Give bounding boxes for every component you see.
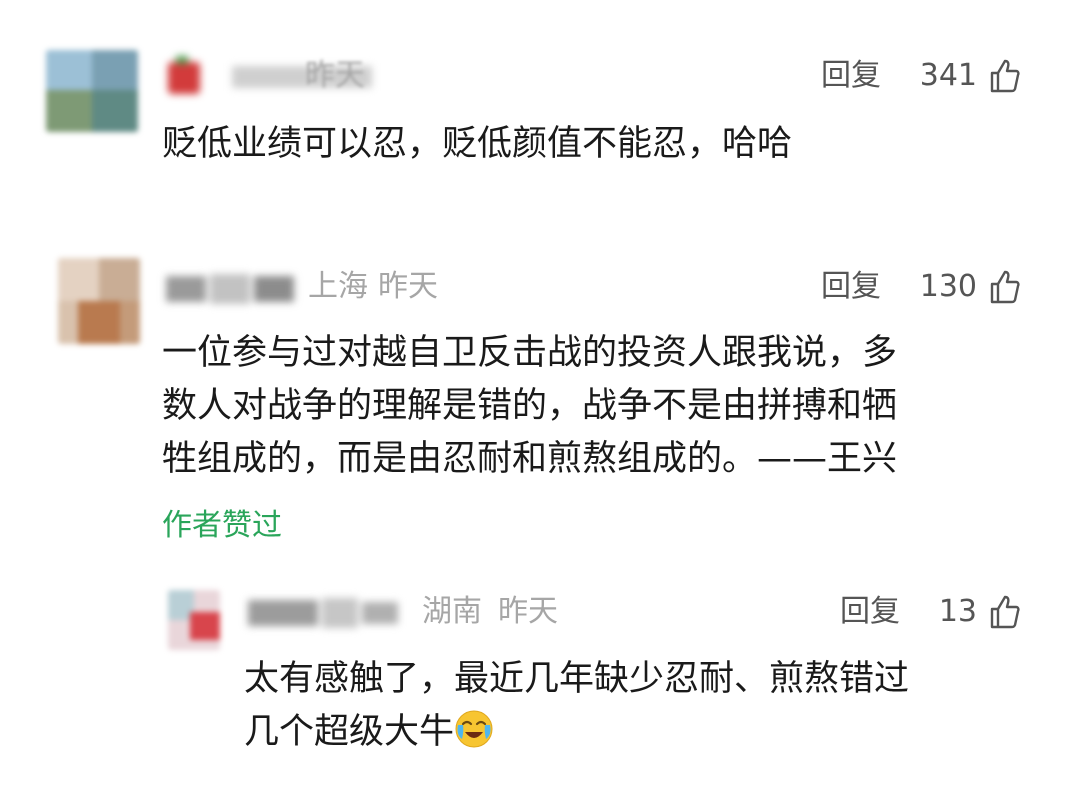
comment-text-line: 一位参与过对越自卫反击战的投资人跟我说，多 <box>162 333 898 373</box>
comment-location: 上海 <box>308 269 368 304</box>
comment-text: 几个超级大牛 <box>244 712 455 752</box>
comment-text-line: 数人对战争的理解是错的，战争不是由拼搏和牺 <box>162 386 898 426</box>
reply-button[interactable]: 回复 <box>821 58 881 94</box>
comment-time: 昨天 <box>305 58 365 93</box>
crying-face-emoji-icon <box>455 710 493 748</box>
comment-text-line: 贬低业绩可以忍，贬低颜值不能忍，哈哈 <box>162 124 793 164</box>
thumbs-up-icon[interactable] <box>989 594 1021 630</box>
comment-location: 湖南 <box>422 594 482 629</box>
reply-button[interactable]: 回复 <box>840 594 900 630</box>
like-count: 341 <box>919 58 977 93</box>
comment-time: 昨天 <box>498 594 558 629</box>
thumbs-up-icon[interactable] <box>989 269 1021 305</box>
comment-text-line: 太有感触了，最近几年缺少忍耐、煎熬错过 <box>244 659 910 699</box>
like-count: 130 <box>919 269 977 304</box>
username-blurred[interactable] <box>162 268 300 308</box>
avatar[interactable] <box>58 258 140 344</box>
reply-button[interactable]: 回复 <box>821 269 881 305</box>
comment-time: 昨天 <box>378 269 438 304</box>
like-count: 13 <box>938 594 977 629</box>
avatar[interactable] <box>168 590 220 650</box>
comment-text-line: 牲组成的，而是由忍耐和煎熬组成的。——王兴 <box>162 439 898 479</box>
username-blurred[interactable] <box>244 592 404 632</box>
thumbs-up-icon[interactable] <box>989 58 1021 94</box>
comment-text-line-with-emoji: 几个超级大牛 <box>244 706 494 759</box>
avatar[interactable] <box>46 50 138 132</box>
author-liked-badge: 作者赞过 <box>162 508 282 543</box>
